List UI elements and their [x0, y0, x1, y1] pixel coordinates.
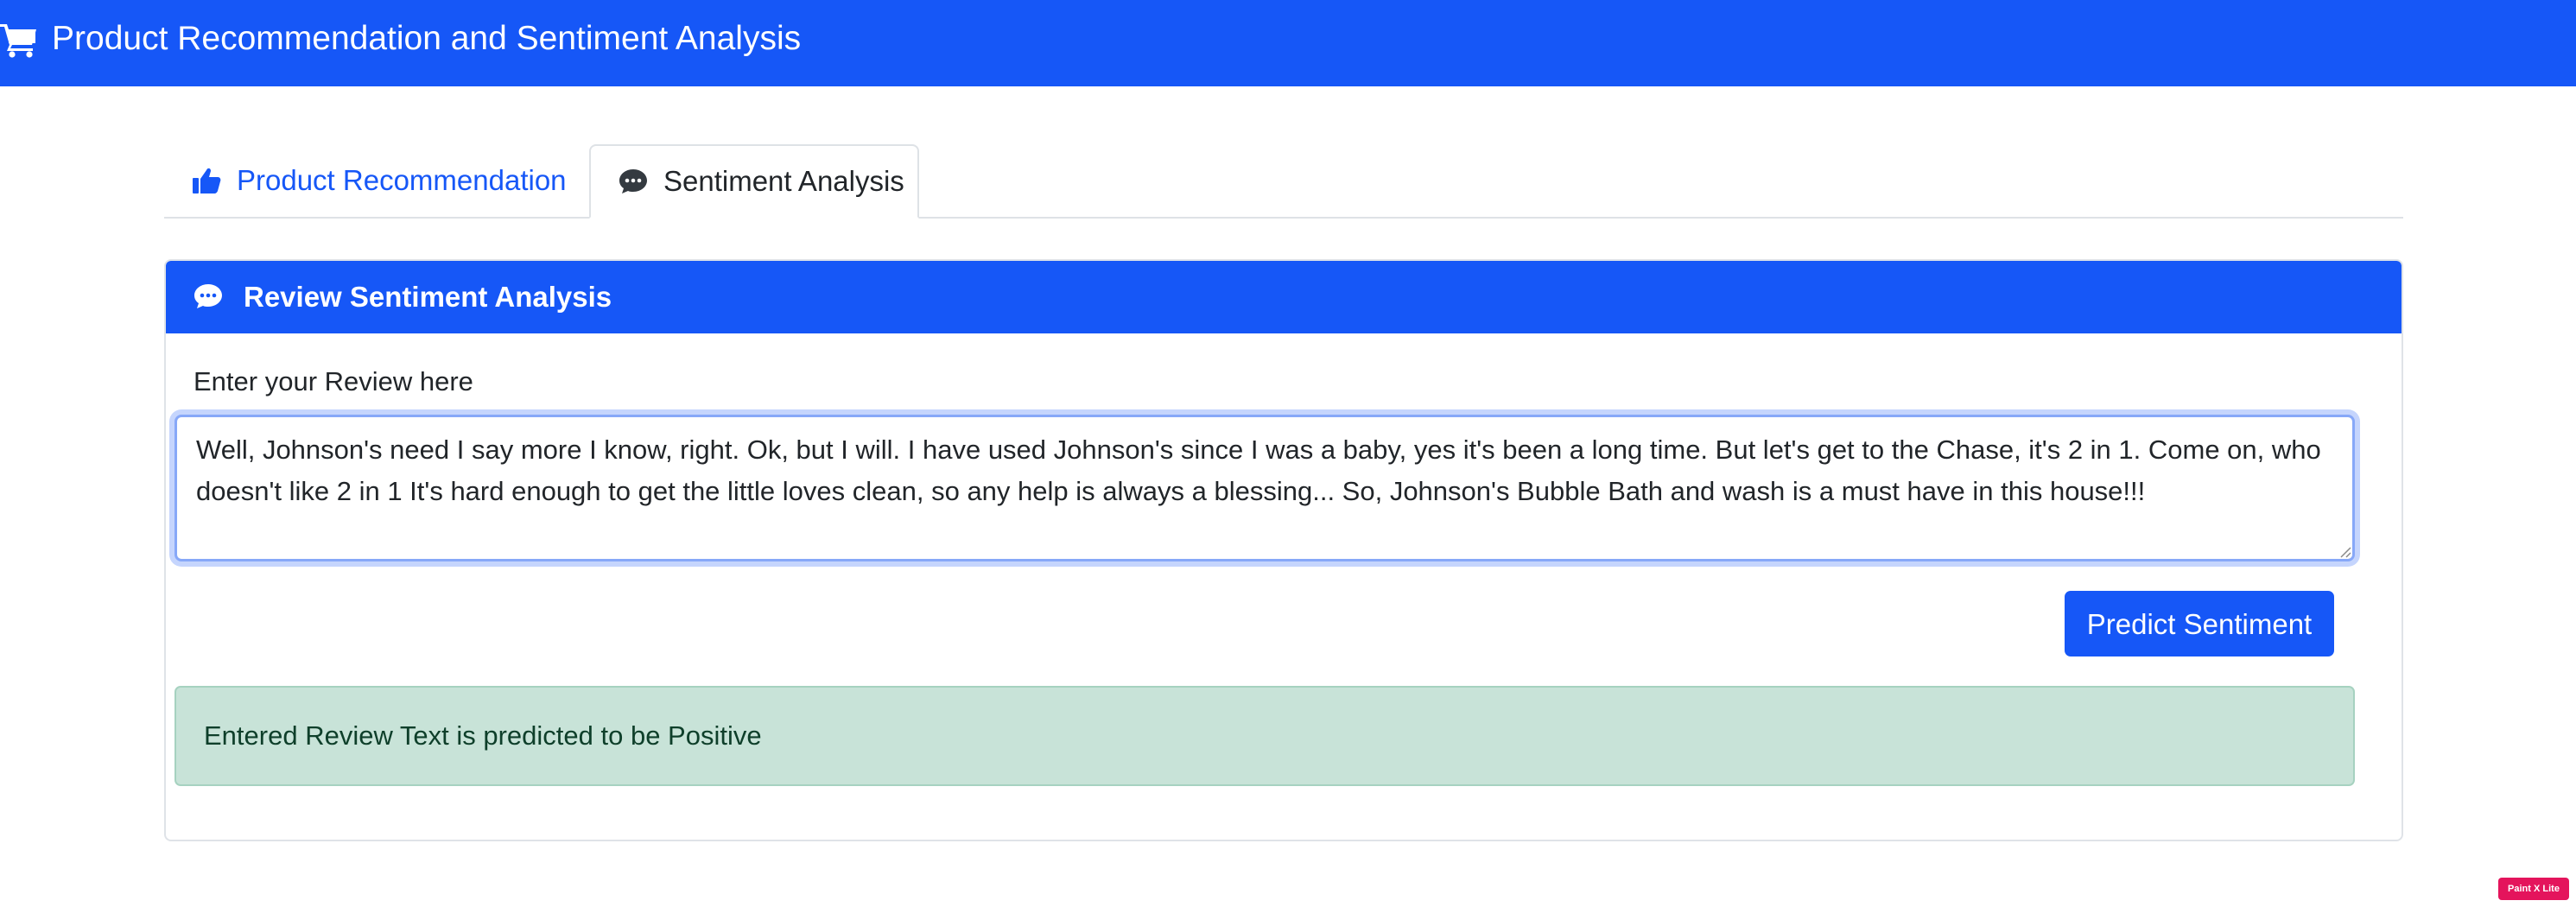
- thumbs-up-icon: [193, 168, 221, 193]
- comment-dots-icon: [619, 169, 647, 193]
- tab-label-sentiment-analysis: Sentiment Analysis: [663, 165, 904, 197]
- tab-product-recommendation[interactable]: Product Recommendation: [164, 144, 589, 217]
- review-sentiment-card: Review Sentiment Analysis Enter your Rev…: [164, 259, 2403, 841]
- watermark-badge: Paint X Lite: [2498, 878, 2569, 900]
- shopping-cart-icon: [0, 24, 36, 58]
- app-title: Product Recommendation and Sentiment Ana…: [52, 20, 802, 57]
- tab-bar: Product Recommendation Sentiment Analysi…: [164, 144, 2403, 219]
- card-header: Review Sentiment Analysis: [166, 261, 2402, 333]
- review-textarea[interactable]: Well, Johnson's need I say more I know, …: [174, 415, 2355, 561]
- predict-sentiment-button[interactable]: Predict Sentiment: [2065, 591, 2334, 656]
- tab-sentiment-analysis[interactable]: Sentiment Analysis: [589, 144, 919, 219]
- tab-label-product-recommendation: Product Recommendation: [237, 164, 567, 196]
- comment-dots-icon: [194, 284, 222, 308]
- prediction-result-alert: Entered Review Text is predicted to be P…: [174, 686, 2355, 786]
- top-navbar: Product Recommendation and Sentiment Ana…: [0, 0, 2576, 86]
- card-title: Review Sentiment Analysis: [244, 281, 612, 313]
- review-label: Enter your Review here: [194, 366, 473, 396]
- resize-handle-icon[interactable]: [2339, 546, 2351, 558]
